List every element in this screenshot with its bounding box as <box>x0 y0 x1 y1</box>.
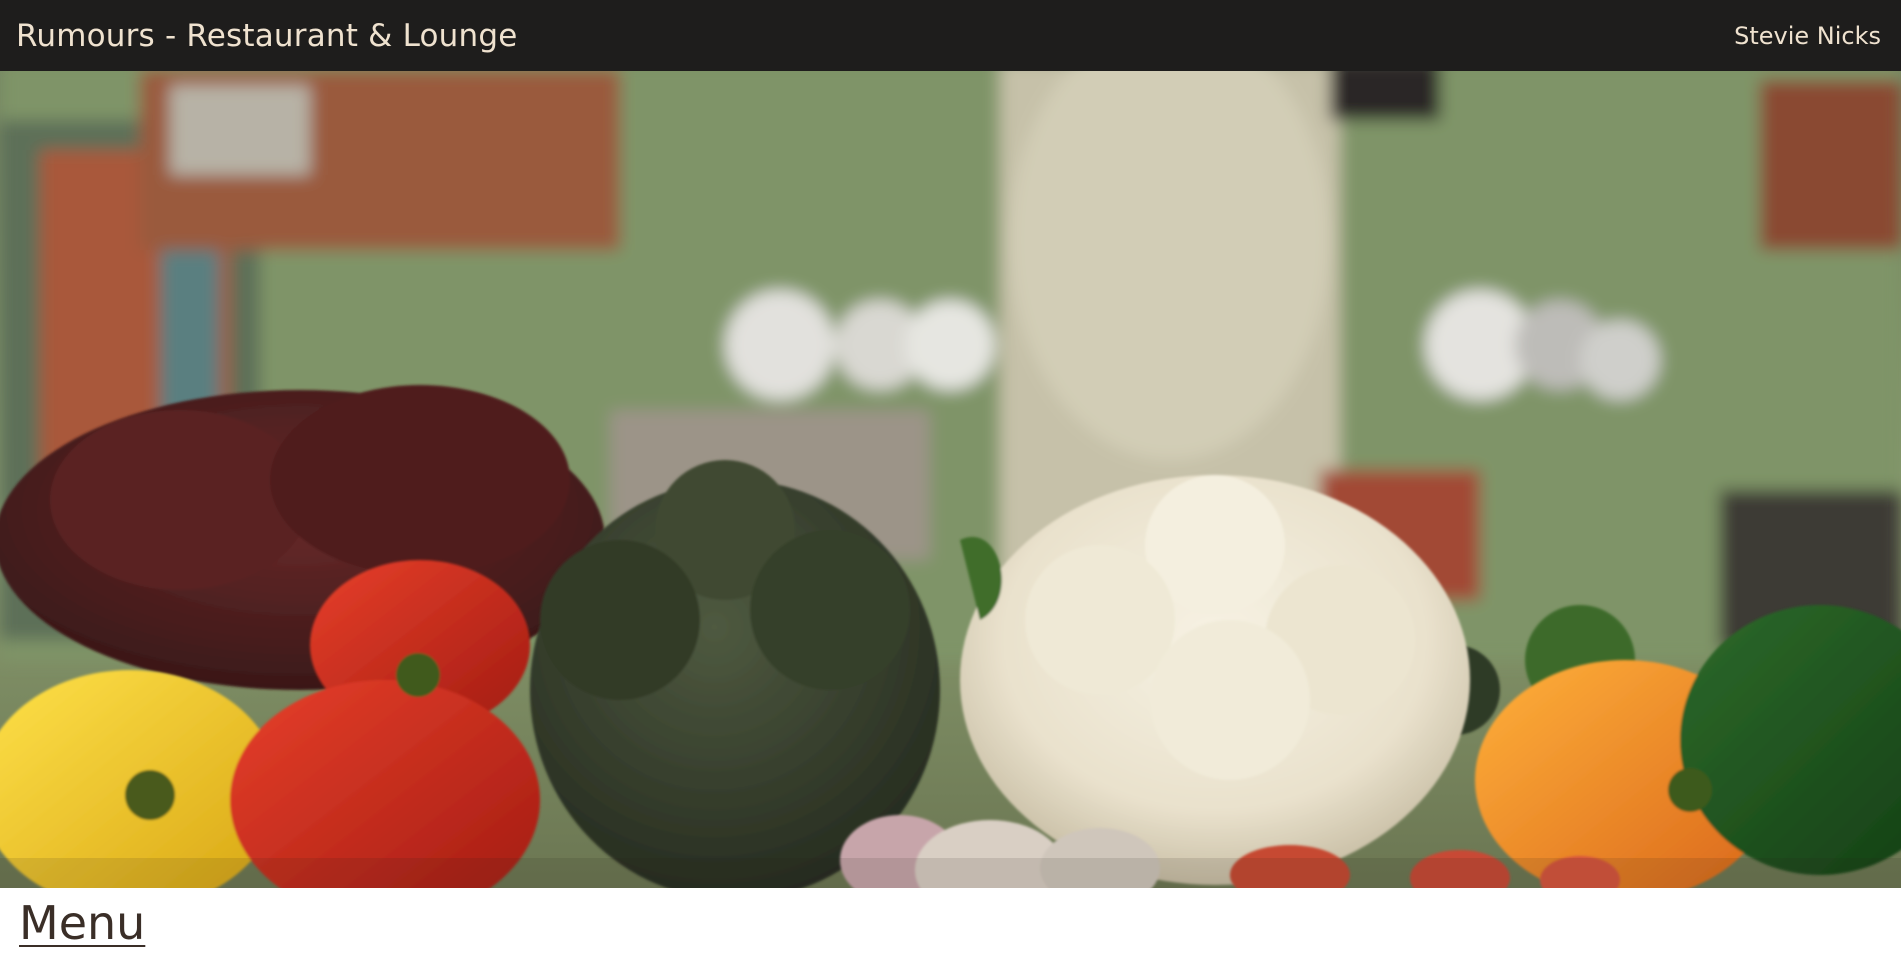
top-header-bar: Rumours - Restaurant & Lounge Stevie Nic… <box>0 0 1901 71</box>
menu-link[interactable]: Menu <box>19 896 145 950</box>
hero-image <box>0 0 1901 888</box>
page: Rumours - Restaurant & Lounge Stevie Nic… <box>0 0 1901 962</box>
site-title[interactable]: Rumours - Restaurant & Lounge <box>16 18 518 54</box>
menu-section: Menu <box>0 888 1901 962</box>
user-name[interactable]: Stevie Nicks <box>1734 22 1881 50</box>
hero-photo-illustration <box>0 20 1901 888</box>
